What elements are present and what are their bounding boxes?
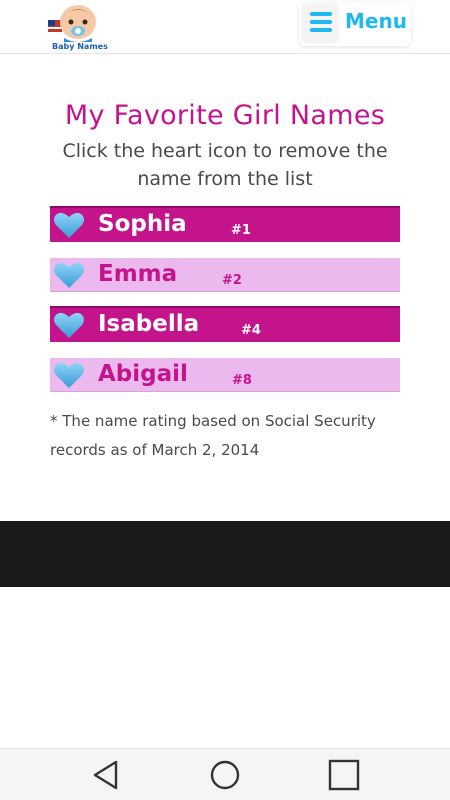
favorite-name-row: Emma #2 <box>50 256 400 292</box>
system-nav-bar <box>0 748 450 800</box>
favorite-name-row: Abigail #8 <box>50 356 400 392</box>
name-rank: #1 <box>231 223 251 238</box>
name-rank: #2 <box>222 273 242 288</box>
rating-footnote: * The name rating based on Social Securi… <box>50 412 376 459</box>
heart-icon[interactable] <box>53 360 85 390</box>
heart-icon[interactable] <box>53 310 85 340</box>
favorite-name-row: Isabella #4 <box>50 306 400 342</box>
name-rank: #4 <box>241 323 261 338</box>
page-title: My Favorite Girl Names <box>64 100 386 131</box>
back-triangle-icon[interactable] <box>90 759 124 791</box>
recents-square-icon[interactable] <box>327 759 361 791</box>
favorite-name: Abigail <box>98 361 188 387</box>
heart-icon[interactable] <box>53 210 85 240</box>
app-header: Baby Names Menu <box>0 0 450 54</box>
favorite-name: Isabella <box>98 311 200 337</box>
logo-caption: Baby Names <box>52 42 108 51</box>
ad-banner-area <box>0 521 450 587</box>
favorite-name-row: Sophia #1 <box>50 206 400 242</box>
hamburger-icon[interactable] <box>310 12 332 32</box>
heart-icon[interactable] <box>53 260 85 290</box>
name-rank: #8 <box>232 373 252 388</box>
menu-label[interactable]: Menu <box>345 9 407 33</box>
favorite-name: Sophia <box>98 211 187 237</box>
page-subtitle: Click the heart icon to remove the name … <box>62 140 388 190</box>
home-circle-icon[interactable] <box>208 759 242 791</box>
favorite-name: Emma <box>98 261 178 287</box>
